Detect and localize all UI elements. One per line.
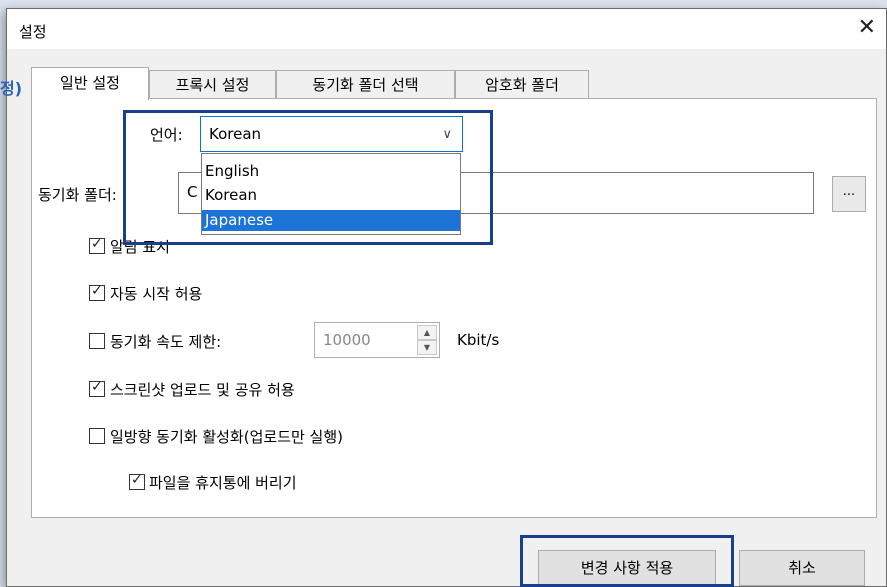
cancel-button[interactable]: 취소 [739,550,865,586]
sync-folder-label: 동기화 폴더: [38,186,117,204]
oneway-sync-checkbox[interactable] [89,428,105,444]
speed-limit-checkbox[interactable] [89,333,105,349]
language-label: 언어: [150,126,183,144]
title-bar: 설정 ✕ [7,9,886,49]
trash-checkbox[interactable]: ✓ [129,472,145,490]
checkmark-icon: ✓ [131,472,143,488]
notification-label: 알림 표시 [110,238,170,256]
tab-sync-folder[interactable]: 동기화 폴더 선택 [276,70,455,99]
screenshot-checkbox[interactable]: ✓ [89,379,105,397]
tab-general[interactable]: 일반 설정 [31,67,149,100]
oneway-sync-label: 일방향 동기화 활성화(업로드만 실행) [110,428,344,446]
speed-limit-value: 10000 [323,331,371,349]
trash-label: 파일을 휴지통에 버리기 [149,474,297,492]
autostart-label: 자동 시작 허용 [110,285,203,303]
close-icon[interactable]: ✕ [858,15,876,40]
screenshot-label: 스크린샷 업로드 및 공유 허용 [110,381,295,399]
language-option-korean[interactable]: Korean [202,185,460,206]
language-option-japanese[interactable]: Japanese [202,210,460,231]
chevron-down-icon[interactable]: ∨ [442,127,452,142]
tab-encryption-folder[interactable]: 암호화 폴더 [455,70,589,99]
checkmark-icon: ✓ [91,379,103,395]
window-title: 설정 [19,23,47,41]
language-dropdown-list: English Korean Japanese [201,153,461,235]
arrow-down-icon[interactable]: ▼ [417,340,437,355]
autostart-checkbox[interactable]: ✓ [89,283,105,301]
checkmark-icon: ✓ [91,236,103,252]
apply-button[interactable]: 변경 사항 적용 [538,550,716,586]
language-selected-value: Korean [209,125,262,143]
language-select[interactable]: Korean ∨ [200,116,463,152]
arrow-up-icon[interactable]: ▲ [417,325,437,340]
speed-limit-label: 동기화 속도 제한: [110,333,222,351]
language-option-english[interactable]: English [202,161,460,182]
browse-button[interactable]: ... [832,176,866,212]
speed-unit-label: Kbit/s [457,331,500,349]
notification-checkbox[interactable]: ✓ [89,236,105,254]
tab-proxy[interactable]: 프록시 설정 [149,70,276,99]
sync-folder-value: C [187,183,198,201]
checkmark-icon: ✓ [91,283,103,299]
speed-limit-stepper[interactable]: 10000 ▲ ▼ [314,322,440,358]
clipped-label: 정) [0,79,23,98]
